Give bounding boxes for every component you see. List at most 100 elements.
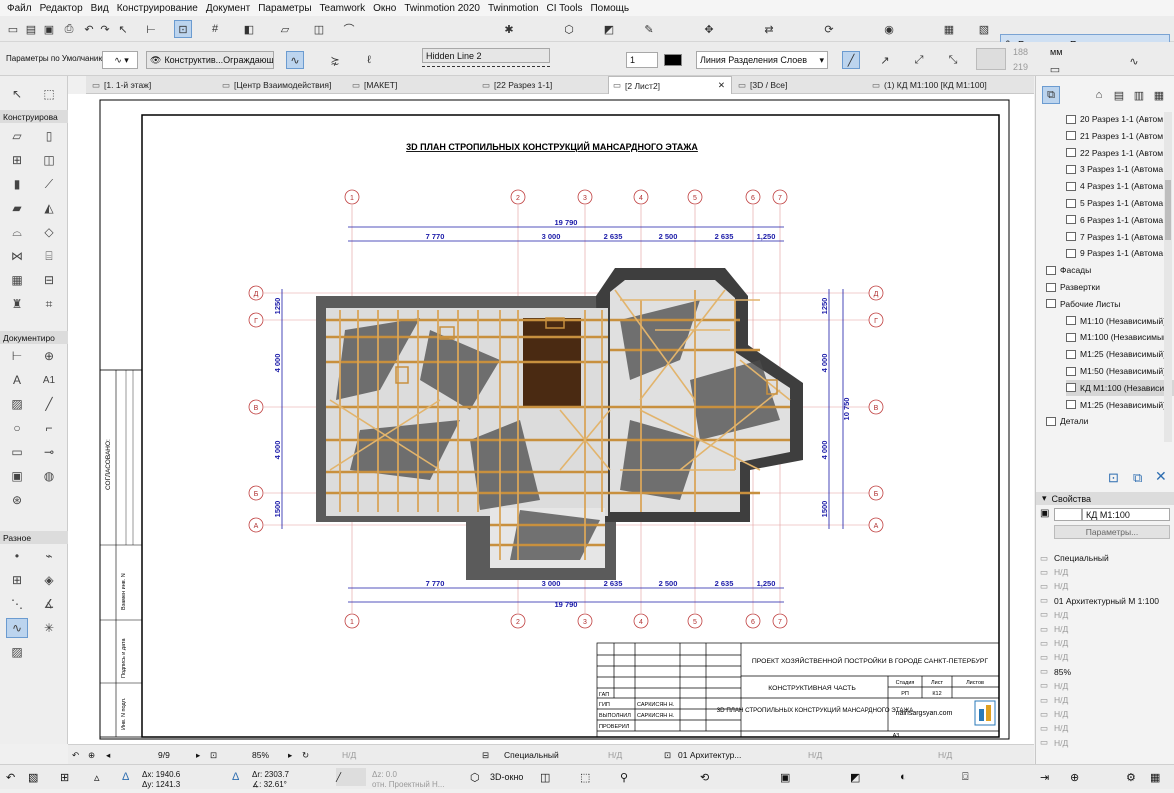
grid-tool-icon[interactable]: ⊞ — [6, 570, 28, 590]
box-icon[interactable]: ◩ — [600, 20, 618, 38]
camera-icon[interactable]: ⌼ — [962, 768, 969, 786]
detail-tool-icon[interactable]: ◍ — [38, 466, 60, 486]
publisher-icon[interactable]: ▥ — [1130, 86, 1148, 104]
navigator-item[interactable]: 9 Разрез 1-1 (Автома — [1066, 245, 1174, 261]
railing-tool-icon[interactable]: ⊟ — [38, 270, 60, 290]
navigator-item[interactable]: 22 Разрез 1-1 (Автом — [1066, 145, 1174, 161]
grid-icon[interactable]: # — [206, 20, 224, 38]
view-3d-button[interactable]: 3D-окно — [490, 768, 523, 786]
structure-selector[interactable]: 👁 Конструктив...Ограждающий — [146, 51, 274, 69]
print-icon[interactable]: ⎙ — [60, 20, 78, 38]
menu-item[interactable]: Twinmotion — [484, 3, 543, 14]
undo-zoom-icon[interactable]: ↶ — [72, 746, 79, 764]
grid-view-icon[interactable]: ▦ — [1150, 768, 1160, 786]
map-icon[interactable]: ▧ — [28, 768, 38, 786]
beam-tool-icon[interactable]: ⟋ — [38, 174, 60, 194]
cube-view-icon[interactable]: ⬚ — [580, 768, 590, 786]
props-id-field[interactable] — [1054, 508, 1082, 521]
tab-view[interactable]: ▭ [3D / Все] — [734, 76, 866, 94]
render-icon[interactable]: ✱ — [500, 20, 518, 38]
move-icon[interactable]: ✥ — [700, 20, 718, 38]
menu-item[interactable]: Помощь — [586, 3, 633, 14]
layer-line-select[interactable]: Линия Разделения Слоев ▾ — [696, 51, 828, 69]
rotate-view-icon[interactable]: ↻ — [302, 746, 309, 764]
navigator-item[interactable]: 4 Разрез 1-1 (Автома — [1066, 178, 1174, 194]
pen-field[interactable]: 1 — [626, 52, 658, 68]
next-page-icon[interactable]: ▸ — [196, 746, 200, 764]
mark-icon[interactable]: ✎ — [640, 20, 658, 38]
column-tool-icon[interactable]: ▮ — [6, 174, 28, 194]
tab-view[interactable]: ▭ [Центр Взаимодействия] — [218, 76, 346, 94]
snap-icon[interactable]: ⊡ — [174, 20, 192, 38]
navigator-scrollbar[interactable] — [1164, 112, 1172, 442]
scale-set[interactable]: 01 Архитектур... — [678, 746, 741, 764]
angle-tool-icon[interactable]: ∡ — [38, 594, 60, 614]
properties-header[interactable]: ▾ Свойства — [1036, 492, 1174, 505]
new-icon[interactable]: ⊡ — [1108, 470, 1119, 486]
delete-icon[interactable]: ✕ — [1155, 468, 1167, 485]
slab-tool-icon[interactable]: ▰ — [6, 198, 28, 218]
navigator-item[interactable]: М1:10 (Независимый) — [1066, 313, 1174, 329]
group-icon[interactable]: ▦ — [940, 20, 958, 38]
section-tool-icon[interactable]: ⊸ — [38, 442, 60, 462]
arrow-style-icon[interactable] — [976, 48, 1006, 70]
mirror-icon[interactable]: ⇄ — [760, 20, 778, 38]
tab-view[interactable]: ▭ (1) КД М1:100 [КД М1:100] — [868, 76, 1034, 94]
shell-tool-icon[interactable]: ⌓ — [6, 222, 28, 242]
layout-book-icon[interactable]: ▤ — [1110, 86, 1128, 104]
pointer-tool-icon[interactable]: ↖ — [114, 20, 132, 38]
property-row[interactable]: ▭ Н/Д — [1040, 636, 1170, 650]
skylight-tool-icon[interactable]: ◇ — [38, 222, 60, 242]
spline-icon[interactable]: ∿ — [286, 51, 304, 69]
spline-tool-icon[interactable]: ∿ — [6, 618, 28, 638]
menu-item[interactable]: Документ — [202, 3, 254, 14]
wall-tool-icon[interactable]: ▱ — [6, 126, 28, 146]
roof-tool-icon[interactable]: ◭ — [38, 198, 60, 218]
drawing-canvas[interactable]: СОГЛАСОВАНО: Взамен инв. N Подпись и дат… — [68, 94, 1034, 744]
open-icon[interactable]: ▤ — [22, 20, 40, 38]
navigator-item[interactable]: 20 Разрез 1-1 (Автом — [1066, 111, 1174, 127]
navigator-item[interactable]: Развертки — [1046, 279, 1166, 295]
navigator-item[interactable]: М1:100 (Независимый — [1066, 329, 1174, 345]
menu-item[interactable]: Окно — [369, 3, 400, 14]
save-icon[interactable]: ▣ — [40, 20, 58, 38]
tab-view[interactable]: ▭ [22 Разрез 1-1] — [478, 76, 606, 94]
dimension-tool-icon[interactable]: ⊢ — [6, 346, 28, 366]
image-tool-icon[interactable]: ▣ — [6, 466, 28, 486]
property-row[interactable]: ▭ Н/Д — [1040, 622, 1170, 636]
fill-mode-icon[interactable]: ◩ — [850, 768, 860, 786]
tab-view[interactable]: ▭ [1. 1-й этаж] — [88, 76, 216, 94]
navigator-item[interactable]: 3 Разрез 1-1 (Автома — [1066, 161, 1174, 177]
segment-icon[interactable]: ⤢ — [910, 51, 928, 69]
shadow-icon[interactable]: ◐ — [900, 768, 907, 786]
tab-view[interactable]: ▭ [2 Лист2] ✕ — [608, 76, 732, 94]
layer-icon[interactable]: ▱ — [276, 20, 294, 38]
hotspot-tool-icon[interactable]: • — [6, 546, 28, 566]
organizer-icon[interactable]: ▦ — [1150, 86, 1168, 104]
star-tool-icon[interactable]: ✳ — [38, 618, 60, 638]
curve-icon[interactable]: ⌒ — [340, 20, 358, 38]
project-map-icon[interactable]: ⌂ — [1090, 86, 1108, 104]
view-map-icon[interactable]: ⧉ — [1042, 86, 1060, 104]
property-row[interactable]: ▭ Н/Д — [1040, 707, 1170, 721]
property-row[interactable]: ▭ Н/Д — [1040, 679, 1170, 693]
property-row[interactable]: ▭ Специальный — [1040, 551, 1170, 565]
line-tool-preview-icon[interactable]: ╱ — [336, 768, 366, 786]
arrow-line-icon[interactable]: ⤡ — [944, 51, 962, 69]
ungroup-icon[interactable]: ▧ — [975, 20, 993, 38]
props-name-field[interactable]: КД М1:100 — [1082, 508, 1170, 521]
scale-icon[interactable]: ⊡ — [664, 746, 671, 764]
params-button[interactable]: Параметры... — [1054, 525, 1170, 539]
morph-tool-icon[interactable]: ⋈ — [6, 246, 28, 266]
navigator-item[interactable]: 5 Разрез 1-1 (Автома — [1066, 195, 1174, 211]
cube-icon[interactable]: ⬡ — [560, 20, 578, 38]
wave-icon[interactable]: ∿ — [1122, 50, 1146, 72]
menu-item[interactable]: Teamwork — [316, 3, 370, 14]
navigator-item[interactable]: 7 Разрез 1-1 (Автома — [1066, 229, 1174, 245]
clone-icon[interactable]: ⧉ — [1133, 470, 1142, 486]
text-tool-icon[interactable]: A — [6, 370, 28, 390]
pen-color-swatch[interactable] — [664, 54, 682, 66]
tab-view[interactable]: ▭ [МАКЕТ] — [348, 76, 476, 94]
property-row[interactable]: ▭ 85% — [1040, 665, 1170, 679]
stair-tool-icon[interactable]: ⌸ — [38, 246, 60, 266]
